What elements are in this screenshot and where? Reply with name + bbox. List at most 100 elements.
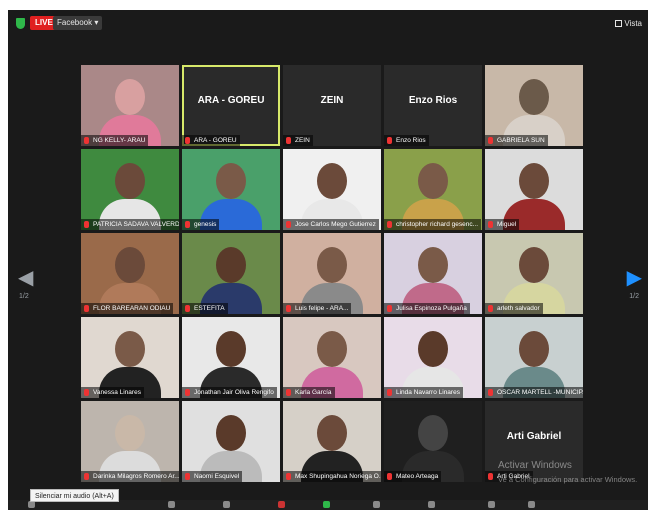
participant-display-name: ZEIN — [320, 95, 344, 106]
participant-tile[interactable]: Jose Carlos Mego Gutierrez — [283, 149, 381, 230]
participants-icon[interactable] — [223, 501, 230, 508]
participant-head — [115, 79, 145, 115]
record-icon[interactable] — [373, 501, 380, 508]
participant-head — [418, 163, 448, 199]
participant-tile[interactable]: PATRICIA SADAVA VALVERDE — [81, 149, 179, 230]
muted-mic-icon — [387, 221, 392, 228]
mute-tooltip: Silenciar mi audio (Alt+A) — [30, 489, 119, 502]
participant-tile[interactable]: Max Shupingahua Noriega O... — [283, 401, 381, 482]
participant-video — [485, 233, 583, 314]
participant-head — [115, 415, 145, 451]
participant-tile[interactable]: Mateo Arteaga — [384, 401, 482, 482]
participant-head — [418, 415, 448, 451]
participant-tile[interactable]: OSCAR MARTELL -MUNICIPAL... — [485, 317, 583, 398]
participant-video — [81, 317, 179, 398]
participant-display-name: Enzo Rios — [408, 95, 458, 106]
participant-display-name: Arti Gabriel — [506, 431, 562, 442]
reactions-icon[interactable] — [488, 501, 495, 508]
participant-name-label: Jose Carlos Mego Gutierrez — [283, 219, 379, 230]
participant-tile[interactable]: Miguel — [485, 149, 583, 230]
participant-tile[interactable]: Jonathan Jair Oliva Rengifo — [182, 317, 280, 398]
participant-head — [317, 163, 347, 199]
participant-head — [418, 331, 448, 367]
participant-name-label: OSCAR MARTELL -MUNICIPAL... — [485, 387, 583, 398]
participant-tile[interactable]: FLOR BAREARAN ODIAU — [81, 233, 179, 314]
share-screen-icon[interactable] — [323, 501, 330, 508]
participant-video — [384, 317, 482, 398]
participant-head — [317, 247, 347, 283]
participant-tile[interactable]: Julisa Espinoza Pulgaña — [384, 233, 482, 314]
participant-name-label: GABRIELA SUN — [485, 135, 548, 146]
participant-head — [216, 415, 246, 451]
participant-tile[interactable]: Darinka Milagros Romero Ar... — [81, 401, 179, 482]
page-indicator-left: 1/2 — [19, 293, 29, 300]
muted-mic-icon — [84, 473, 89, 480]
participant-display-name: ARA - GOREU — [197, 95, 265, 106]
muted-mic-icon — [387, 137, 392, 144]
muted-mic-icon — [488, 221, 493, 228]
participant-video — [182, 401, 280, 482]
participant-name-label: Linda Navarro Linares — [384, 387, 463, 398]
participant-tile[interactable]: Enzo Rios Enzo Rios — [384, 65, 482, 146]
more-icon[interactable] — [528, 501, 535, 508]
participant-name-label: Mateo Arteaga — [384, 471, 442, 482]
participant-tile[interactable]: Vanessa Linares — [81, 317, 179, 398]
participant-tile[interactable]: Karla García — [283, 317, 381, 398]
grid-view-icon — [615, 20, 623, 27]
meeting-window: LIVE Facebook ▾ Vista ◀ 1/2 ▶ 1/2 NG KEL… — [8, 10, 648, 510]
apps-icon[interactable] — [428, 501, 435, 508]
participant-head — [115, 331, 145, 367]
participant-video — [485, 317, 583, 398]
participant-video — [485, 149, 583, 230]
security-icon[interactable] — [168, 501, 175, 508]
prev-page-arrow[interactable]: ◀ — [18, 265, 33, 290]
participant-video — [81, 401, 179, 482]
shield-icon — [16, 18, 25, 29]
participant-tile[interactable]: ARA - GOREU ARA - GOREU — [182, 65, 280, 146]
participant-head — [115, 247, 145, 283]
participant-head — [519, 247, 549, 283]
participant-tile[interactable]: genesis — [182, 149, 280, 230]
participant-tile[interactable]: GABRIELA SUN — [485, 65, 583, 146]
muted-mic-icon — [185, 305, 190, 312]
participant-video — [81, 65, 179, 146]
participant-head — [216, 247, 246, 283]
next-page-arrow[interactable]: ▶ — [627, 265, 642, 290]
participant-video — [283, 401, 381, 482]
muted-mic-icon — [185, 137, 190, 144]
participant-name-label: PATRICIA SADAVA VALVERDE — [81, 219, 179, 230]
view-button[interactable]: Vista — [615, 19, 642, 28]
participant-name-label: arleth salvador — [485, 303, 543, 314]
participant-name-label: NG KELLY- ARAU — [81, 135, 149, 146]
muted-mic-icon — [286, 389, 291, 396]
participant-video — [182, 317, 280, 398]
muted-mic-icon — [488, 389, 493, 396]
participant-tile[interactable]: christopher richard gesenc... — [384, 149, 482, 230]
chat-icon[interactable] — [278, 501, 285, 508]
view-label: Vista — [624, 19, 642, 28]
participant-video — [182, 149, 280, 230]
platform-dropdown[interactable]: Facebook ▾ — [53, 16, 103, 30]
participant-tile[interactable]: NG KELLY- ARAU — [81, 65, 179, 146]
participant-tile[interactable]: Luis felipe - ARA... — [283, 233, 381, 314]
participant-video — [81, 149, 179, 230]
muted-mic-icon — [185, 389, 190, 396]
muted-mic-icon — [488, 305, 493, 312]
participant-tile[interactable]: Naomi Esquivel — [182, 401, 280, 482]
participant-tile[interactable]: Linda Navarro Linares — [384, 317, 482, 398]
participant-video — [182, 233, 280, 314]
participant-head — [418, 247, 448, 283]
windows-activation-title: Activar Windows — [498, 460, 572, 471]
participant-tile[interactable]: ZEIN ZEIN — [283, 65, 381, 146]
participant-tile[interactable]: ESTEFITA — [182, 233, 280, 314]
microphone-icon[interactable] — [28, 501, 35, 508]
participant-video — [485, 65, 583, 146]
participant-tile[interactable]: arleth salvador — [485, 233, 583, 314]
participant-name-label: Vanessa Linares — [81, 387, 144, 398]
muted-mic-icon — [488, 137, 493, 144]
participant-video — [384, 233, 482, 314]
participant-name-label: ARA - GOREU — [182, 135, 240, 146]
participant-grid: NG KELLY- ARAU ARA - GOREU ARA - GOREU ZEIN… — [81, 65, 583, 482]
participant-head — [317, 415, 347, 451]
top-bar: LIVE Facebook ▾ Vista — [8, 10, 648, 36]
